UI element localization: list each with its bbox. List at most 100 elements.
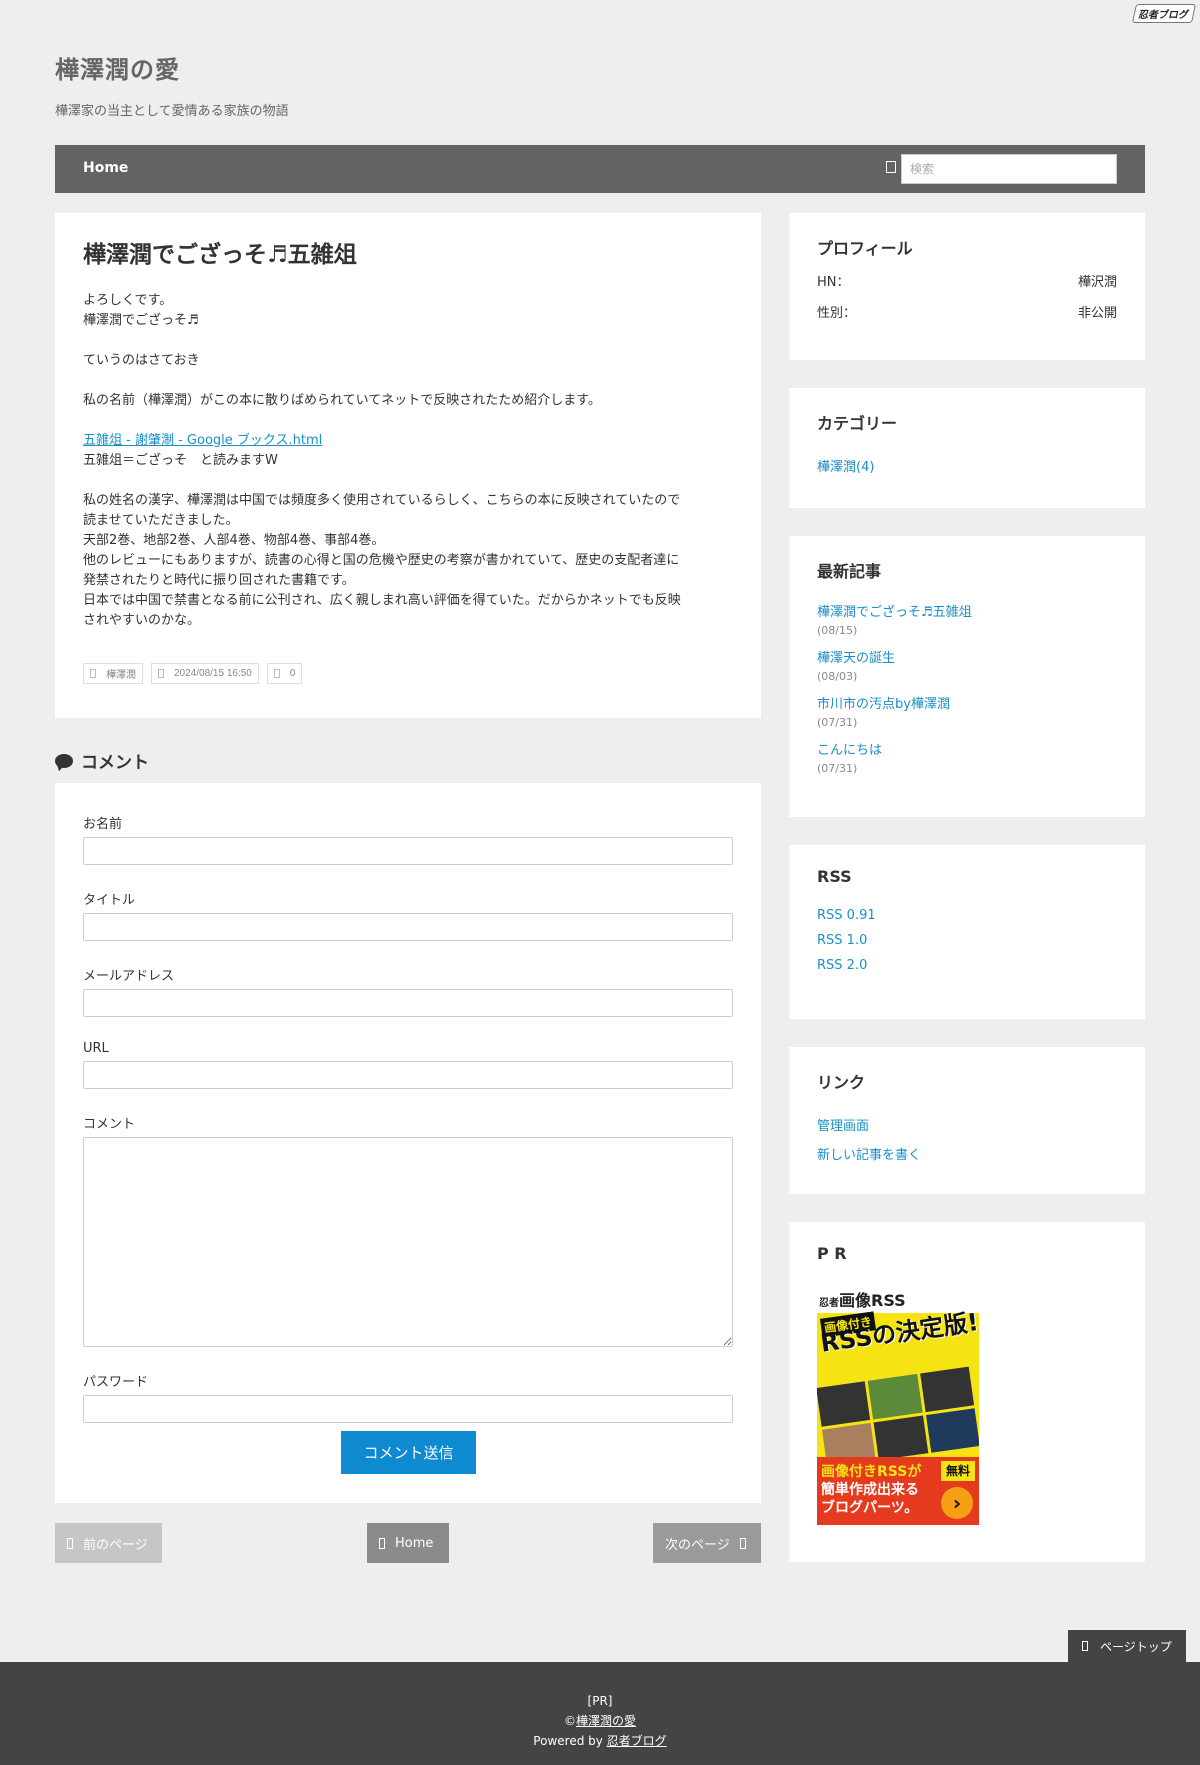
email-field[interactable]: [83, 989, 733, 1017]
profile-gender-value: 非公開: [1077, 306, 1117, 321]
article-line: よろしくです。: [83, 292, 173, 308]
book-link[interactable]: 五雑俎 - 謝肇淛 - Google ブックス.html: [83, 433, 322, 448]
url-field[interactable]: [83, 1061, 733, 1089]
rss-title: RSS: [817, 867, 852, 886]
recent-link[interactable]: 樺澤天の誕生: [817, 650, 1117, 668]
page-top-button[interactable]: ページトップ: [1068, 1630, 1186, 1662]
pr-title: P R: [817, 1244, 847, 1263]
comment-form: お名前 タイトル メールアドレス URL コメント パスワード コメント送信: [55, 783, 761, 1503]
comment-textarea[interactable]: [83, 1137, 733, 1347]
comment-submit-button[interactable]: コメント送信: [341, 1431, 476, 1474]
article-line: 読ませていただきました。: [83, 512, 239, 528]
chevron-up-icon: [1082, 1641, 1088, 1651]
profile-gender-label: 性別：: [817, 306, 857, 321]
title-label: タイトル: [83, 893, 136, 908]
pr-banner[interactable]: 忍者画像RSS 画像付き RSSの決定版! 画像付きRSSが 簡単作成出来る ブ…: [817, 1285, 979, 1525]
email-label: メールアドレス: [83, 969, 175, 984]
next-page-label: 次のページ: [665, 1537, 730, 1553]
name-label: お名前: [83, 817, 123, 832]
copyright-symbol: ©: [563, 1714, 576, 1728]
url-label: URL: [83, 1041, 109, 1056]
chevron-left-icon: [67, 1537, 73, 1549]
recent-link[interactable]: 市川市の汚点by樺澤潤: [817, 696, 1117, 714]
recent-date: (07/31): [817, 762, 858, 775]
article-line: 五雑俎＝ござっそ と読みますW: [83, 452, 278, 468]
speech-bubble-icon: [55, 753, 73, 768]
recent-link[interactable]: 樺澤潤でござっそ♬五雑俎: [817, 604, 1117, 622]
powered-by-label: Powered by: [533, 1734, 607, 1748]
home-page-button[interactable]: Home: [367, 1523, 449, 1563]
name-field[interactable]: [83, 837, 733, 865]
ninja-blog-badge[interactable]: 忍者ブログ: [1131, 4, 1197, 23]
ninja-blog-link[interactable]: 忍者ブログ: [607, 1734, 667, 1748]
category-link[interactable]: 樺澤潤(4): [817, 456, 1117, 475]
admin-link[interactable]: 管理画面: [817, 1115, 1117, 1134]
title-field[interactable]: [83, 913, 733, 941]
category-tag[interactable]: 樺澤潤: [83, 663, 143, 684]
pr-free-badge: 無料: [940, 1461, 975, 1481]
rss-20-link[interactable]: RSS 2.0: [817, 958, 1117, 973]
nav-home-link[interactable]: Home: [83, 160, 128, 176]
footer-powered: Powered by 忍者ブログ: [0, 1731, 1200, 1751]
article-line: ていうのはさておき: [83, 352, 200, 368]
footer: [PR] ©樺澤潤の愛 Powered by 忍者ブログ: [0, 1662, 1200, 1765]
article-title: 樺澤潤でござっそ♬五雑俎: [83, 242, 357, 268]
profile-row: 性別： 非公開: [817, 302, 1117, 321]
profile-row: HN： 樺沢潤: [817, 271, 1117, 290]
recent-date: (08/15): [817, 624, 858, 637]
comment-heading: コメント: [55, 748, 149, 773]
footer-pr[interactable]: [PR]: [0, 1691, 1200, 1711]
article-line: されやすいのかな。: [83, 612, 201, 628]
footer-site-link[interactable]: 樺澤潤の愛: [576, 1714, 636, 1728]
profile-hn-value: 樺沢潤: [1077, 275, 1117, 290]
rss-list: RSS 0.91 RSS 1.0 RSS 2.0: [817, 908, 1117, 973]
article-line: 日本では中国で禁書となる前に公刊され、広く親しまれ高い評価を得ていた。だからかネ…: [83, 592, 681, 608]
prev-page-button[interactable]: 前のページ: [55, 1523, 162, 1563]
article-line: 発禁されたりと時代に振り回された書籍です。: [83, 572, 355, 588]
date-tag: 2024/08/15 16:50: [151, 663, 259, 684]
category-widget: カテゴリー 樺澤潤(4): [789, 388, 1145, 508]
category-tag-label: 樺澤潤: [106, 670, 136, 681]
site-header: 樺澤潤の愛 樺澤家の当主として愛情ある家族の物語: [55, 50, 289, 119]
home-page-label: Home: [395, 1535, 434, 1551]
new-post-link[interactable]: 新しい記事を書く: [817, 1144, 1117, 1163]
article-line: 樺澤潤でござっそ♬: [83, 312, 199, 328]
recent-date: (08/03): [817, 670, 858, 683]
prev-page-label: 前のページ: [83, 1537, 148, 1553]
comment-label: コメント: [83, 1117, 136, 1132]
rss-091-link[interactable]: RSS 0.91: [817, 908, 1117, 923]
search-icon: [883, 159, 901, 177]
recent-item: 樺澤天の誕生 (08/03): [817, 650, 1117, 686]
links-title: リンク: [817, 1073, 866, 1092]
rss-10-link[interactable]: RSS 1.0: [817, 933, 1117, 948]
search-input[interactable]: [901, 154, 1117, 184]
recent-date: (07/31): [817, 716, 858, 729]
article-meta: 樺澤潤 2024/08/15 16:50 0: [83, 663, 303, 684]
page-top-label: ページトップ: [1100, 1639, 1172, 1654]
recent-title: 最新記事: [817, 562, 882, 581]
pr-widget: P R 忍者画像RSS 画像付き RSSの決定版! 画像付きRSSが 簡単作成出…: [789, 1222, 1145, 1562]
article-line: 他のレビューにもありますが、読書の心得と国の危機や歴史の考察が書かれていて、歴史…: [83, 552, 680, 568]
arrow-right-icon: ›: [941, 1487, 973, 1519]
pr-brand-small: 忍者: [819, 1298, 839, 1309]
rss-widget: RSS RSS 0.91 RSS 1.0 RSS 2.0: [789, 845, 1145, 1019]
home-icon: [379, 1537, 385, 1549]
recent-link[interactable]: こんにちは: [817, 742, 1117, 760]
next-page-button[interactable]: 次のページ: [653, 1523, 761, 1563]
recent-widget: 最新記事 樺澤潤でござっそ♬五雑俎 (08/15) 樺澤天の誕生 (08/03) 市…: [789, 536, 1145, 817]
pr-brand: 忍者画像RSS: [817, 1285, 979, 1313]
article-card: 樺澤潤でござっそ♬五雑俎 よろしくです。 樺澤潤でござっそ♬ ていうのはさておき…: [55, 213, 761, 718]
password-field[interactable]: [83, 1395, 733, 1423]
profile-hn-label: HN：: [817, 275, 850, 290]
date-tag-label: 2024/08/15 16:50: [174, 668, 252, 679]
navbar: Home: [55, 145, 1145, 193]
site-description: 樺澤家の当主として愛情ある家族の物語: [55, 104, 289, 119]
recent-item: こんにちは (07/31): [817, 742, 1117, 778]
comment-count-tag[interactable]: 0: [266, 663, 303, 684]
pr-bottom: 画像付きRSSが 簡単作成出来る ブログパーツ。 無料 ›: [817, 1457, 979, 1525]
site-title[interactable]: 樺澤潤の愛: [55, 50, 289, 85]
links-widget: リンク 管理画面 新しい記事を書く: [789, 1047, 1145, 1194]
pr-collage: [817, 1366, 979, 1468]
comment-heading-label: コメント: [81, 753, 149, 773]
folder-icon: [90, 669, 96, 678]
